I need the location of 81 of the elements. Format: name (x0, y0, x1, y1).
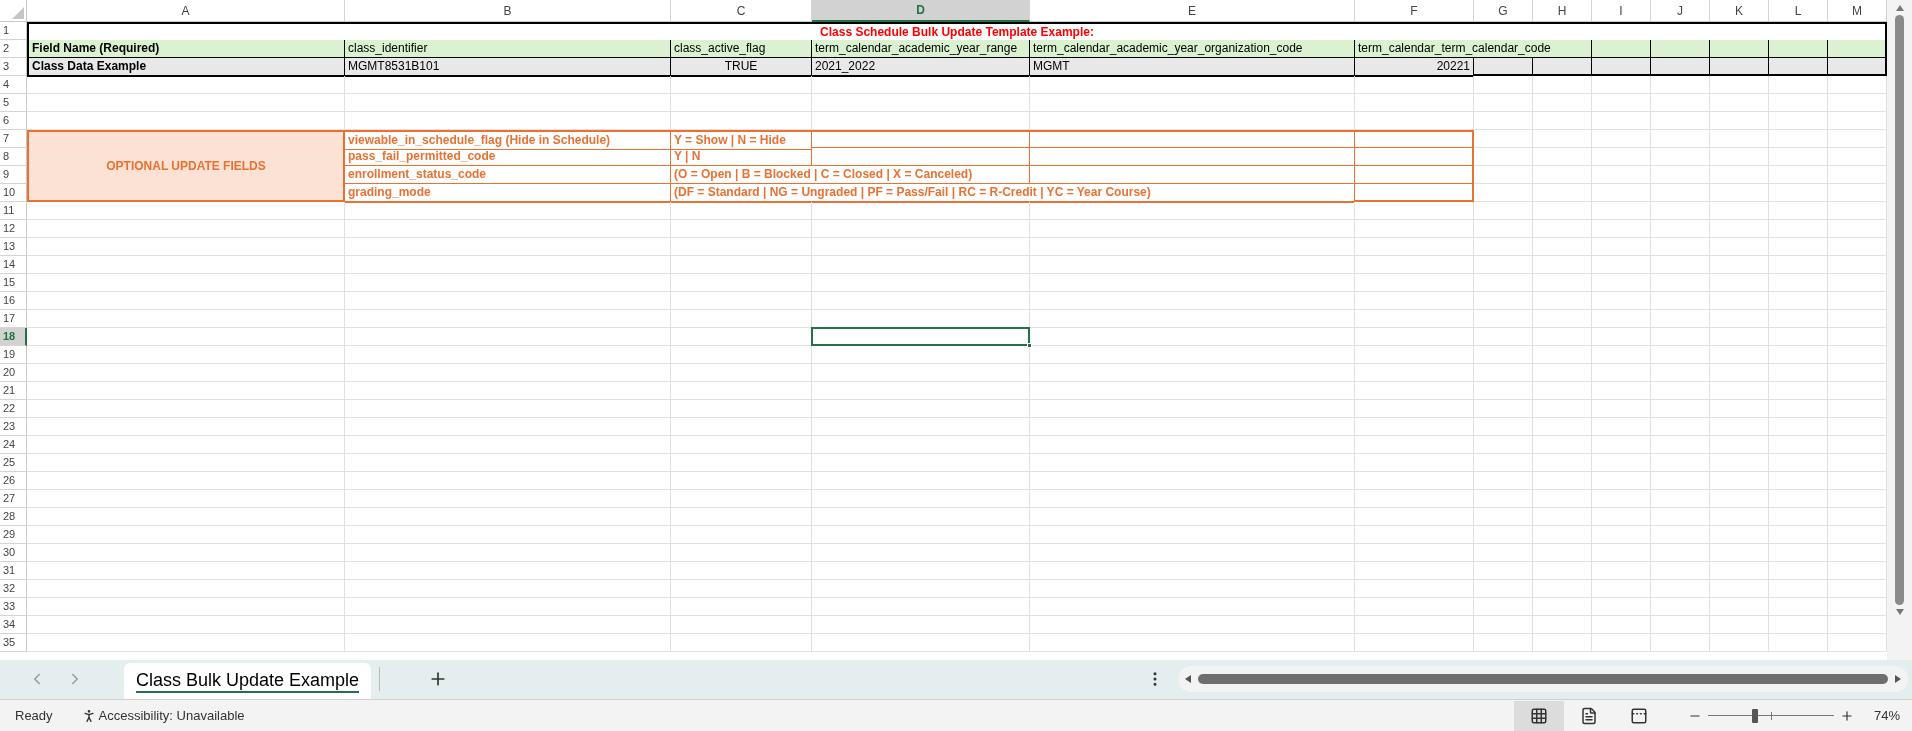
select-all-icon[interactable] (12, 7, 24, 19)
sheet-cell[interactable]: 2021_2022 (812, 58, 1030, 77)
row-header[interactable]: 18 (0, 328, 27, 346)
column-header[interactable]: G (1474, 0, 1533, 22)
sheet-tab[interactable]: Class Bulk Update Example (124, 663, 372, 699)
zoom-level[interactable]: 74% (1873, 705, 1912, 726)
row-header[interactable]: 27 (0, 490, 27, 508)
row-header[interactable]: 32 (0, 580, 27, 598)
grid-icon (1529, 706, 1548, 725)
column-header[interactable]: L (1769, 0, 1828, 22)
view-button[interactable] (1513, 700, 1564, 731)
row-header[interactable]: 20 (0, 364, 27, 382)
row-header[interactable]: 2 (0, 40, 27, 58)
row-header[interactable]: 19 (0, 346, 27, 364)
column-header[interactable]: F (1355, 0, 1474, 22)
row-header[interactable]: 34 (0, 616, 27, 634)
row-header[interactable]: 9 (0, 166, 27, 184)
column-header[interactable]: C (671, 0, 812, 22)
row-header[interactable]: 5 (0, 94, 27, 112)
scroll-left-icon[interactable] (1184, 674, 1192, 684)
sheet-cell[interactable]: MGMT (1030, 58, 1355, 77)
row-header[interactable]: 11 (0, 202, 27, 220)
column-header[interactable]: M (1828, 0, 1887, 22)
row-header[interactable]: 21 (0, 382, 27, 400)
row-header[interactable]: 22 (0, 400, 27, 418)
row-header[interactable]: 23 (0, 418, 27, 436)
sheet-title: Class Schedule Bulk Update Template Example: (820, 24, 1094, 41)
column-header[interactable]: K (1710, 0, 1769, 22)
column-header[interactable]: B (345, 0, 671, 22)
column-header[interactable]: D (812, 0, 1030, 22)
row-header[interactable]: 16 (0, 292, 27, 310)
scrollbar-thumb[interactable] (1198, 674, 1888, 684)
row-header[interactable]: 3 (0, 58, 27, 76)
column-header[interactable]: J (1651, 0, 1710, 22)
row-header[interactable]: 24 (0, 436, 27, 454)
row-header[interactable]: 1 (0, 22, 27, 40)
row-header[interactable]: 31 (0, 562, 27, 580)
column-header[interactable]: E (1030, 0, 1355, 22)
scroll-right-icon[interactable] (1894, 674, 1902, 684)
sheet-cell[interactable]: Class Data Example (27, 58, 345, 77)
row-header[interactable]: 4 (0, 76, 27, 94)
column-header[interactable]: I (1592, 0, 1651, 22)
sheet-cell[interactable]: TRUE (671, 58, 812, 77)
sheet-cell[interactable]: Field Name (Required) (27, 40, 345, 58)
sheet-cell[interactable]: term_calendar_academic_year_organization_code (1030, 40, 1355, 58)
vertical-scrollbar[interactable] (1887, 0, 1912, 660)
column-header[interactable]: A (27, 0, 345, 22)
sheet-cell[interactable]: class_active_flag (671, 40, 812, 58)
sheet-cell[interactable]: 20221 (1355, 58, 1474, 77)
row-header[interactable]: 10 (0, 184, 27, 202)
row-header[interactable]: 14 (0, 256, 27, 274)
sheet-cell[interactable]: term_calendar_academic_year_range (812, 40, 1030, 58)
row-header[interactable]: 7 (0, 130, 27, 148)
accessibility-status[interactable]: Accessibility: Unavailable (98, 705, 245, 726)
row-header[interactable]: 17 (0, 310, 27, 328)
sheet-cell[interactable]: MGMT8531B101 (345, 58, 671, 77)
row-header[interactable]: 33 (0, 598, 27, 616)
row-header[interactable]: 25 (0, 454, 27, 472)
page-icon (1579, 706, 1598, 725)
row-header[interactable]: 15 (0, 274, 27, 292)
row-header[interactable]: 12 (0, 220, 27, 238)
row-header[interactable]: 6 (0, 112, 27, 130)
status-text: Ready (14, 706, 54, 725)
row-header[interactable]: 30 (0, 544, 27, 562)
zoom-in-icon[interactable] (1839, 708, 1854, 723)
row-header[interactable]: 26 (0, 472, 27, 490)
scroll-down-icon[interactable] (1894, 608, 1905, 616)
page-break-icon (1629, 706, 1648, 725)
active-cell[interactable] (811, 327, 1030, 346)
row-header[interactable]: 28 (0, 508, 27, 526)
column-header[interactable]: H (1533, 0, 1592, 22)
row-header[interactable]: 29 (0, 526, 27, 544)
scrollbar-thumb[interactable] (1895, 15, 1904, 605)
scroll-up-icon[interactable] (1894, 4, 1905, 12)
sheet-cell[interactable]: class_identifier (345, 40, 671, 58)
row-header[interactable]: 35 (0, 634, 27, 652)
zoom-slider[interactable] (1707, 708, 1834, 723)
horizontal-scrollbar[interactable] (1178, 666, 1908, 692)
sheet-cell[interactable]: term_calendar_term_calendar_code (1355, 40, 1592, 58)
row-header[interactable]: 13 (0, 238, 27, 256)
row-header[interactable]: 8 (0, 148, 27, 166)
